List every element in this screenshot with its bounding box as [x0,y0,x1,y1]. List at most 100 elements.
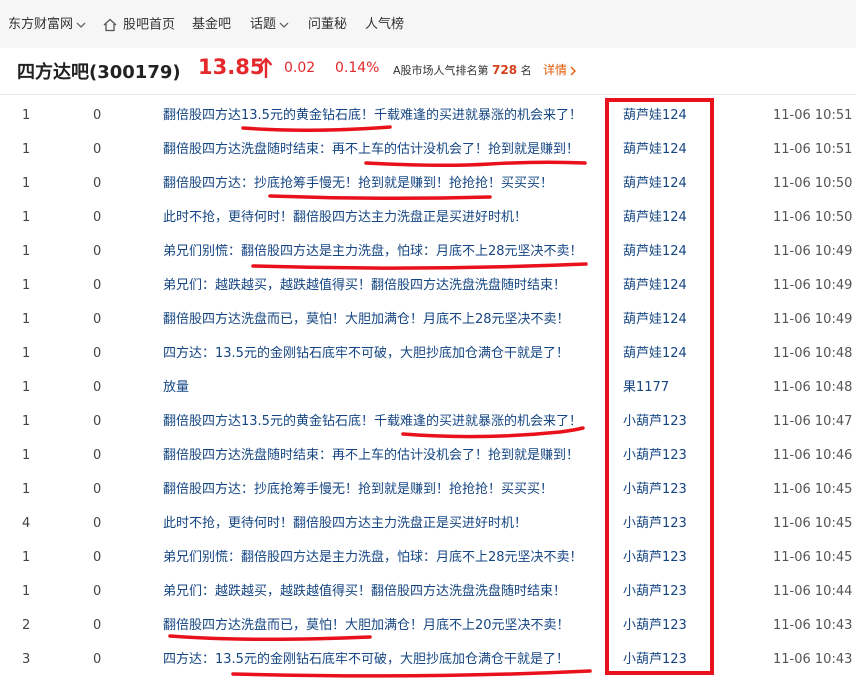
site-menu[interactable]: 东方财富网 [8,0,86,48]
post-row: 1 0 弟兄们别慌：翻倍股四方达是主力洗盘，怕球：月底不上28元坚决不卖！ 小葫芦12… [0,541,856,575]
post-read-count: 1 [22,312,31,327]
post-title-link[interactable]: 翻倍股四方达：抄底抢筹手慢无！抢到就是赚到！抢抢抢！买买买！ [163,473,595,507]
post-row: 3 0 四方达：13.5元的金刚钻石底牢不可破，大胆抄底加仓满仓干就是了！ 小葫芦12… [0,643,856,677]
top-navigation: 东方财富网 股吧首页 基金吧 话题 问董秘 人气榜 [0,0,856,49]
post-title-link[interactable]: 翻倍股四方达洗盘而已，莫怕！大胆加满仓！月底不上20元坚决不卖！ [163,609,595,643]
post-title-link[interactable]: 放量 [163,371,595,405]
post-time: 11-06 10:47 [773,414,853,429]
post-reply-count: 0 [93,244,102,259]
post-time: 11-06 10:46 [773,448,853,463]
rank-prefix: A股市场人气排名第 [393,64,489,77]
post-title-link[interactable]: 翻倍股四方达洗盘而已，莫怕！大胆加满仓！月底不上28元坚决不卖！ [163,303,595,337]
chevron-down-icon [279,0,289,50]
post-read-count: 1 [22,108,31,123]
post-time: 11-06 10:49 [773,312,853,327]
arrow-up-icon [259,57,273,83]
chevron-down-icon [76,0,86,50]
stock-header: 四方达吧(300179) 13.85 0.02 0.14% A股市场人气排名第 … [0,48,856,95]
stock-price: 13.85 [198,55,265,79]
post-row: 1 0 放量 果1177 11-06 10:48 [0,371,856,405]
nav-home[interactable]: 股吧首页 [103,0,175,48]
site-menu-label: 东方财富网 [8,17,74,32]
post-read-count: 1 [22,142,31,157]
post-row: 1 0 翻倍股四方达：抄底抢筹手慢无！抢到就是赚到！抢抢抢！买买买！ 葫芦娃124 11… [0,167,856,201]
post-reply-count: 0 [93,210,102,225]
post-row: 1 0 此时不抢，更待何时！翻倍股四方达主力洗盘正是买进好时机！ 葫芦娃124 11-0… [0,201,856,235]
nav-home-label: 股吧首页 [123,17,176,33]
post-title-link[interactable]: 四方达：13.5元的金刚钻石底牢不可破，大胆抄底加仓满仓干就是了！ [163,337,595,371]
author-highlight-box [605,98,714,675]
post-row: 1 0 翻倍股四方达13.5元的黄金钻石底！千载难逢的买进就暴涨的机会来了！ 小葫芦1… [0,405,856,439]
stock-change: 0.02 [284,60,316,76]
post-title-link[interactable]: 弟兄们：越跌越买，越跌越值得买！翻倍股四方达洗盘洗盘随时结束！ [163,575,595,609]
details-link[interactable]: 详情 [543,61,577,78]
post-reply-count: 0 [93,346,102,361]
post-read-count: 1 [22,550,31,565]
post-time: 11-06 10:43 [773,618,853,633]
post-title-link[interactable]: 翻倍股四方达13.5元的黄金钻石底！千载难逢的买进就暴涨的机会来了！ [163,99,595,133]
post-row: 1 0 翻倍股四方达洗盘随时结束：再不上车的估计没机会了！抢到就是赚到！ 小葫芦123… [0,439,856,473]
post-time: 11-06 10:44 [773,584,853,599]
post-reply-count: 0 [93,278,102,293]
post-row: 1 0 弟兄们：越跌越买，越跌越值得买！翻倍股四方达洗盘洗盘随时结束！ 小葫芦123 1… [0,575,856,609]
post-reply-count: 0 [93,380,102,395]
post-read-count: 1 [22,278,31,293]
post-title-link[interactable]: 此时不抢，更待何时！翻倍股四方达主力洗盘正是买进好时机！ [163,201,595,235]
post-time: 11-06 10:50 [773,176,853,191]
post-read-count: 1 [22,380,31,395]
post-time: 11-06 10:49 [773,278,853,293]
post-read-count: 3 [22,652,31,667]
post-reply-count: 0 [93,652,102,667]
post-read-count: 1 [22,482,31,497]
post-reply-count: 0 [93,516,102,531]
post-title-link[interactable]: 弟兄们别慌：翻倍股四方达是主力洗盘，怕球：月底不上28元坚决不卖！ [163,541,595,575]
nav-fund-label: 基金吧 [192,17,232,32]
post-time: 11-06 10:51 [773,142,853,157]
nav-fund[interactable]: 基金吧 [192,0,231,48]
post-read-count: 1 [22,448,31,463]
stock-name[interactable]: 四方达吧(300179) [17,58,181,84]
post-read-count: 1 [22,414,31,429]
post-row: 1 0 翻倍股四方达13.5元的黄金钻石底！千载难逢的买进就暴涨的机会来了！ 葫芦娃1… [0,99,856,133]
nav-ask[interactable]: 问董秘 [308,0,347,48]
post-row: 1 0 翻倍股四方达洗盘随时结束：再不上车的估计没机会了！抢到就是赚到！ 葫芦娃124… [0,133,856,167]
nav-popular-label: 人气榜 [365,17,405,32]
post-time: 11-06 10:50 [773,210,853,225]
post-title-link[interactable]: 此时不抢，更待何时！翻倍股四方达主力洗盘正是买进好时机！ [163,507,595,541]
post-title-link[interactable]: 弟兄们：越跌越买，越跌越值得买！翻倍股四方达洗盘洗盘随时结束！ [163,269,595,303]
post-title-link[interactable]: 弟兄们别慌：翻倍股四方达是主力洗盘，怕球：月底不上28元坚决不卖！ [163,235,595,269]
post-row: 1 0 翻倍股四方达洗盘而已，莫怕！大胆加满仓！月底不上28元坚决不卖！ 葫芦娃124… [0,303,856,337]
post-reply-count: 0 [93,584,102,599]
post-read-count: 1 [22,210,31,225]
post-row: 1 0 四方达：13.5元的金刚钻石底牢不可破，大胆抄底加仓满仓干就是了！ 葫芦娃12… [0,337,856,371]
post-title-link[interactable]: 翻倍股四方达洗盘随时结束：再不上车的估计没机会了！抢到就是赚到！ [163,133,595,167]
post-reply-count: 0 [93,108,102,123]
post-time: 11-06 10:45 [773,516,853,531]
post-time: 11-06 10:49 [773,244,853,259]
post-reply-count: 0 [93,448,102,463]
popularity-rank: A股市场人气排名第 728 名 [393,62,532,78]
post-title-link[interactable]: 四方达：13.5元的金刚钻石底牢不可破，大胆抄底加仓满仓干就是了！ [163,643,595,677]
post-read-count: 1 [22,346,31,361]
rank-value: 728 [492,63,518,77]
nav-topics[interactable]: 话题 [250,0,289,48]
post-title-link[interactable]: 翻倍股四方达13.5元的黄金钻石底！千载难逢的买进就暴涨的机会来了！ [163,405,595,439]
post-time: 11-06 10:43 [773,652,853,667]
post-time: 11-06 10:48 [773,380,853,395]
post-reply-count: 0 [93,618,102,633]
post-read-count: 2 [22,618,31,633]
post-row: 1 0 弟兄们：越跌越买，越跌越值得买！翻倍股四方达洗盘洗盘随时结束！ 葫芦娃124 1… [0,269,856,303]
post-read-count: 1 [22,584,31,599]
post-read-count: 4 [22,516,31,531]
stock-change-percent: 0.14% [335,60,380,76]
post-time: 11-06 10:48 [773,346,853,361]
details-label: 详情 [543,63,568,77]
post-reply-count: 0 [93,550,102,565]
nav-ask-label: 问董秘 [308,17,348,32]
nav-popular[interactable]: 人气榜 [365,0,404,48]
post-title-link[interactable]: 翻倍股四方达：抄底抢筹手慢无！抢到就是赚到！抢抢抢！买买买！ [163,167,595,201]
post-reply-count: 0 [93,414,102,429]
post-title-link[interactable]: 翻倍股四方达洗盘随时结束：再不上车的估计没机会了！抢到就是赚到！ [163,439,595,473]
post-time: 11-06 10:51 [773,108,853,123]
rank-suffix: 名 [520,64,532,77]
